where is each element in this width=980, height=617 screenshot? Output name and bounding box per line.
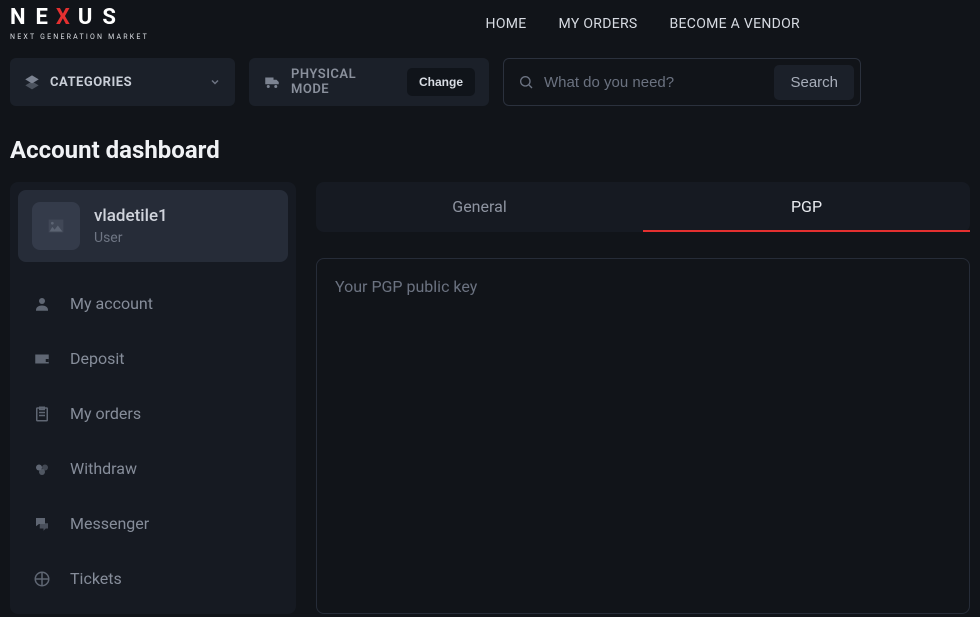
sidebar: vladetile1 User My account Deposit My or… [10,182,296,614]
logo-text-post: US [78,7,126,29]
tab-general[interactable]: General [316,182,643,232]
page-title: Account dashboard [0,116,980,182]
sidebar-item-my-account[interactable]: My account [18,276,288,331]
sidebar-item-label: My account [70,294,153,313]
mode-label: PHYSICAL MODE [291,67,397,97]
sidebar-item-my-orders[interactable]: My orders [18,386,288,441]
sidebar-item-label: My orders [70,404,141,423]
avatar [32,202,80,250]
layers-icon [24,74,40,90]
chevron-down-icon [209,76,221,88]
logo-text-x: X [56,7,80,29]
user-role: User [94,230,168,246]
clipboard-icon [32,405,52,423]
user-icon [32,295,52,313]
user-name: vladetile1 [94,206,168,226]
ticket-icon [32,570,52,588]
content-panel: General PGP [316,182,970,614]
withdraw-icon [32,460,52,478]
search-icon [518,74,534,90]
search-bar: Search [503,58,861,106]
pgp-public-key-textarea[interactable] [317,259,969,613]
user-card[interactable]: vladetile1 User [18,190,288,262]
sidebar-item-label: Deposit [70,349,124,368]
logo-text-pre: NE [10,7,58,29]
nav-home[interactable]: HOME [486,16,527,32]
sidebar-item-withdraw[interactable]: Withdraw [18,441,288,496]
categories-label: CATEGORIES [50,75,132,90]
nav-become-vendor[interactable]: BECOME A VENDOR [670,16,801,32]
categories-dropdown[interactable]: CATEGORIES [10,58,235,106]
sidebar-item-deposit[interactable]: Deposit [18,331,288,386]
sidebar-item-messenger[interactable]: Messenger [18,496,288,551]
sidebar-item-tickets[interactable]: Tickets [18,551,288,606]
image-placeholder-icon [45,215,67,237]
chat-icon [32,515,52,533]
search-button[interactable]: Search [774,65,854,100]
tab-pgp[interactable]: PGP [643,182,970,232]
sidebar-item-label: Messenger [70,514,149,533]
nav-my-orders[interactable]: MY ORDERS [559,16,638,32]
wallet-icon [32,350,52,368]
logo-tagline: NEXT GENERATION MARKET [10,33,149,41]
mode-pill: PHYSICAL MODE Change [249,58,489,106]
change-mode-button[interactable]: Change [407,68,475,96]
sidebar-item-label: Tickets [70,569,122,588]
sidebar-item-label: Withdraw [70,459,137,478]
pgp-panel [316,258,970,614]
truck-icon [263,73,281,91]
tabs: General PGP [316,182,970,232]
logo[interactable]: NE X US NEXT GENERATION MARKET [10,7,149,41]
top-nav: HOME MY ORDERS BECOME A VENDOR [486,16,800,32]
search-input[interactable] [544,74,764,91]
